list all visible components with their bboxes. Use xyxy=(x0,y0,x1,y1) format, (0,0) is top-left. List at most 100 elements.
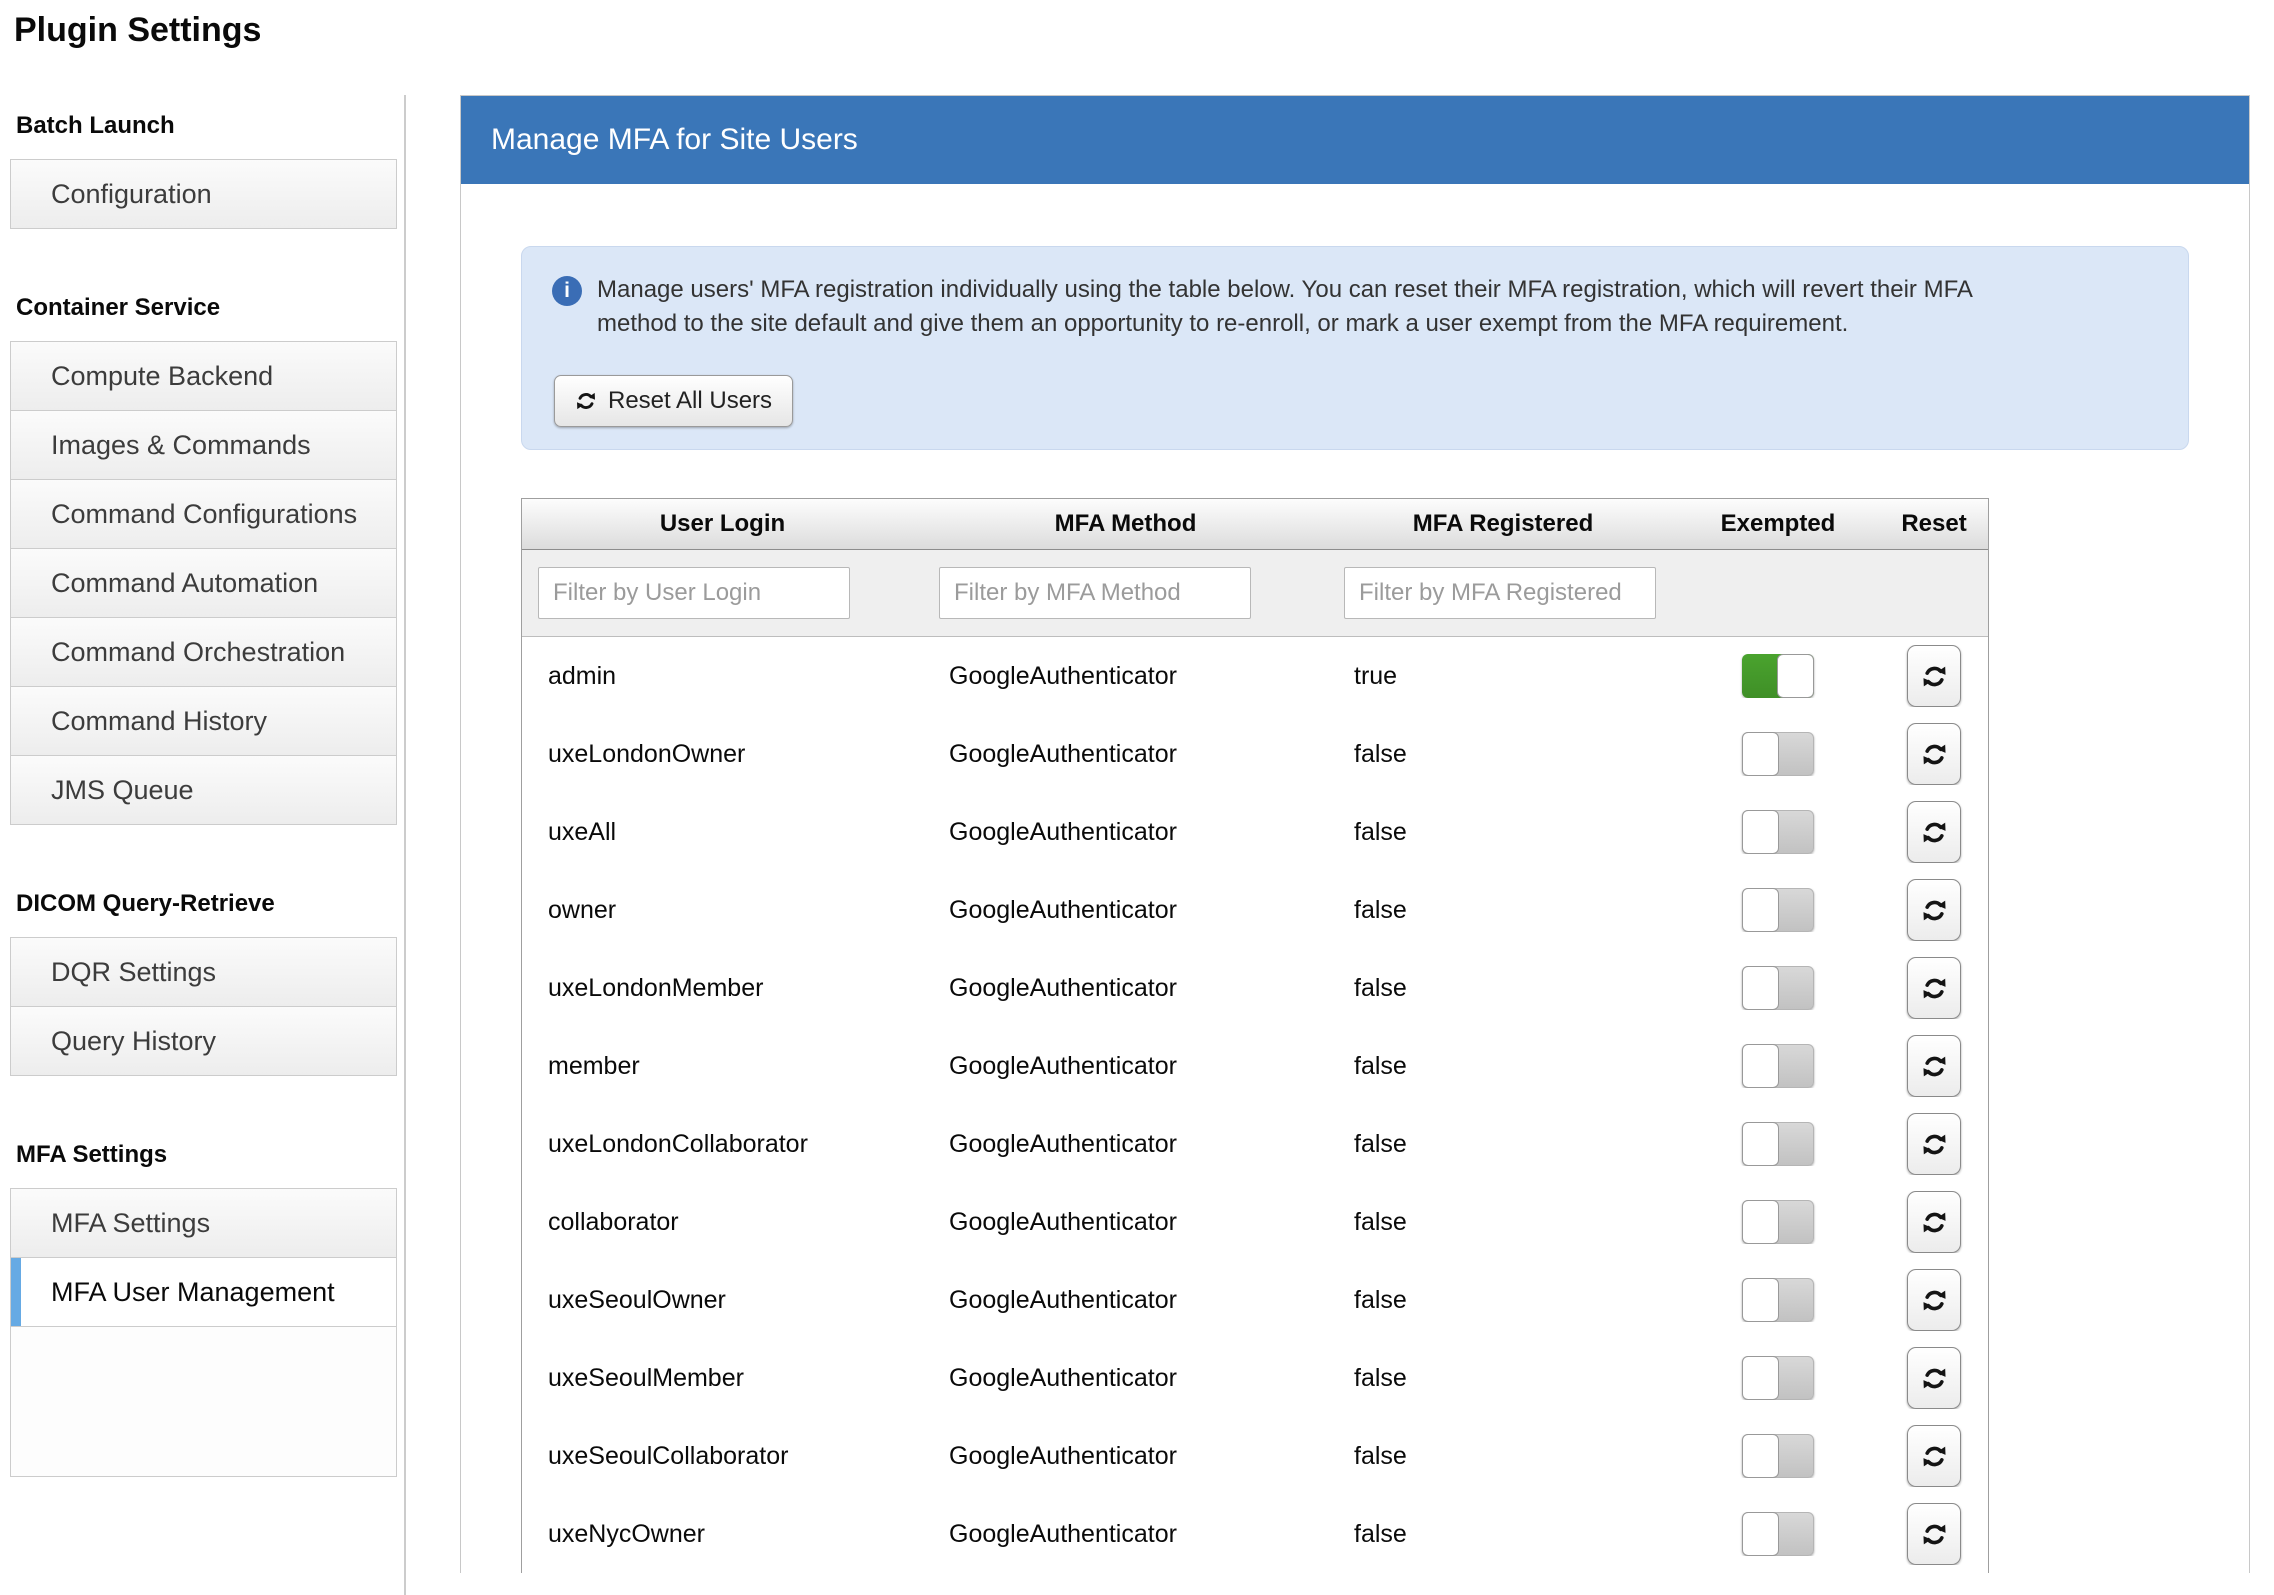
sidebar-section-items: Compute Backend Images & Commands Comman… xyxy=(10,341,397,825)
filter-row xyxy=(522,550,1988,637)
cell-user-login: uxeLondonCollaborator xyxy=(522,1130,923,1159)
cell-mfa-registered: true xyxy=(1328,662,1678,691)
exempted-toggle[interactable] xyxy=(1742,732,1814,776)
cell-mfa-method: GoogleAuthenticator xyxy=(923,740,1328,769)
filter-mfa-method-input[interactable] xyxy=(939,567,1251,619)
reset-user-button[interactable] xyxy=(1907,723,1961,785)
sidebar-item-mfa-user-management[interactable]: MFA User Management xyxy=(10,1258,397,1327)
cell-mfa-registered: false xyxy=(1328,896,1678,925)
sidebar-section-items: MFA Settings MFA User Management xyxy=(10,1188,397,1327)
exempted-toggle[interactable] xyxy=(1742,1044,1814,1088)
reset-all-users-button[interactable]: Reset All Users xyxy=(554,375,793,427)
reset-user-button[interactable] xyxy=(1907,1347,1961,1409)
refresh-icon xyxy=(575,390,597,412)
sidebar-item-label: Command Automation xyxy=(51,568,318,598)
reset-user-button[interactable] xyxy=(1907,1035,1961,1097)
sidebar-item-label: MFA User Management xyxy=(51,1277,335,1307)
refresh-icon xyxy=(1921,1443,1948,1470)
exempted-toggle[interactable] xyxy=(1742,654,1814,698)
cell-user-login: uxeAll xyxy=(522,818,923,847)
refresh-icon xyxy=(1921,819,1948,846)
cell-mfa-registered: false xyxy=(1328,1286,1678,1315)
mfa-user-table: User LoginMFA MethodMFA RegisteredExempt… xyxy=(521,498,1989,1573)
toggle-knob xyxy=(1742,810,1779,854)
exempted-toggle[interactable] xyxy=(1742,966,1814,1010)
cell-mfa-method: GoogleAuthenticator xyxy=(923,1364,1328,1393)
exempted-toggle[interactable] xyxy=(1742,810,1814,854)
sidebar-section: MFA Settings MFA Settings MFA User Manag… xyxy=(0,1140,406,1327)
cell-exempted xyxy=(1678,1122,1878,1166)
reset-user-button[interactable] xyxy=(1907,1503,1961,1565)
cell-mfa-method: GoogleAuthenticator xyxy=(923,974,1328,1003)
exempted-toggle[interactable] xyxy=(1742,1434,1814,1478)
toggle-knob xyxy=(1742,888,1779,932)
column-header-mfa-registered: MFA Registered xyxy=(1328,510,1678,538)
cell-exempted xyxy=(1678,1278,1878,1322)
toggle-knob xyxy=(1777,654,1814,698)
sidebar-item-compute-backend[interactable]: Compute Backend xyxy=(10,341,397,411)
reset-user-button[interactable] xyxy=(1907,879,1961,941)
reset-user-button[interactable] xyxy=(1907,1113,1961,1175)
refresh-icon xyxy=(1921,1209,1948,1236)
filter-user-login-input[interactable] xyxy=(538,567,850,619)
cell-reset xyxy=(1878,1425,1990,1487)
exempted-toggle[interactable] xyxy=(1742,1122,1814,1166)
sidebar-item-jms-queue[interactable]: JMS Queue xyxy=(10,756,397,825)
exempted-toggle[interactable] xyxy=(1742,1356,1814,1400)
cell-mfa-method: GoogleAuthenticator xyxy=(923,896,1328,925)
sidebar-item-dqr-settings[interactable]: DQR Settings xyxy=(10,937,397,1007)
page-title: Plugin Settings xyxy=(14,8,2274,52)
sidebar-item-query-history[interactable]: Query History xyxy=(10,1007,397,1076)
table-header-row: User LoginMFA MethodMFA RegisteredExempt… xyxy=(522,499,1988,550)
cell-exempted xyxy=(1678,888,1878,932)
reset-user-button[interactable] xyxy=(1907,1269,1961,1331)
cell-user-login: uxeSeoulMember xyxy=(522,1364,923,1393)
sidebar-item-images-commands[interactable]: Images & Commands xyxy=(10,411,397,480)
exempted-toggle[interactable] xyxy=(1742,888,1814,932)
sidebar-item-command-configurations[interactable]: Command Configurations xyxy=(10,480,397,549)
table-row-uxelondonmember: uxeLondonMember GoogleAuthenticator fals… xyxy=(522,949,1988,1027)
sidebar-section: Batch Launch Configuration xyxy=(0,111,406,229)
sidebar-item-mfa-settings[interactable]: MFA Settings xyxy=(10,1188,397,1258)
cell-user-login: owner xyxy=(522,896,923,925)
sidebar-item-command-history[interactable]: Command History xyxy=(10,687,397,756)
exempted-toggle[interactable] xyxy=(1742,1512,1814,1556)
cell-user-login: uxeLondonOwner xyxy=(522,740,923,769)
reset-user-button[interactable] xyxy=(1907,1425,1961,1487)
refresh-icon xyxy=(1921,663,1948,690)
refresh-icon xyxy=(1921,1365,1948,1392)
cell-mfa-registered: false xyxy=(1328,1130,1678,1159)
reset-user-button[interactable] xyxy=(1907,1191,1961,1253)
column-header-reset: Reset xyxy=(1878,510,1990,538)
cell-user-login: uxeSeoulOwner xyxy=(522,1286,923,1315)
sidebar-item-command-orchestration[interactable]: Command Orchestration xyxy=(10,618,397,687)
sidebar-item-label: DQR Settings xyxy=(51,957,216,987)
table-row-uxeseoulcollaborator: uxeSeoulCollaborator GoogleAuthenticator… xyxy=(522,1417,1988,1495)
sidebar-item-label: Command Configurations xyxy=(51,499,357,529)
cell-mfa-registered: false xyxy=(1328,1442,1678,1471)
cell-user-login: uxeSeoulCollaborator xyxy=(522,1442,923,1471)
table-row-member: member GoogleAuthenticator false xyxy=(522,1027,1988,1105)
column-header-user-login: User Login xyxy=(522,510,923,538)
sidebar-section-items: DQR Settings Query History xyxy=(10,937,397,1076)
column-header-exempted: Exempted xyxy=(1678,510,1878,538)
cell-reset xyxy=(1878,801,1990,863)
reset-all-users-label: Reset All Users xyxy=(608,387,772,415)
exempted-toggle[interactable] xyxy=(1742,1200,1814,1244)
cell-reset xyxy=(1878,1035,1990,1097)
cell-user-login: collaborator xyxy=(522,1208,923,1237)
table-row-uxeseoulowner: uxeSeoulOwner GoogleAuthenticator false xyxy=(522,1261,1988,1339)
sidebar-item-configuration[interactable]: Configuration xyxy=(10,159,397,229)
exempted-toggle[interactable] xyxy=(1742,1278,1814,1322)
sidebar-item-command-automation[interactable]: Command Automation xyxy=(10,549,397,618)
cell-user-login: uxeNycOwner xyxy=(522,1520,923,1549)
reset-user-button[interactable] xyxy=(1907,645,1961,707)
cell-mfa-registered: false xyxy=(1328,1520,1678,1549)
reset-user-button[interactable] xyxy=(1907,801,1961,863)
cell-mfa-method: GoogleAuthenticator xyxy=(923,662,1328,691)
reset-user-button[interactable] xyxy=(1907,957,1961,1019)
filter-mfa-registered-input[interactable] xyxy=(1344,567,1656,619)
panel-header: Manage MFA for Site Users xyxy=(461,96,2249,184)
cell-exempted xyxy=(1678,966,1878,1010)
cell-mfa-registered: false xyxy=(1328,974,1678,1003)
